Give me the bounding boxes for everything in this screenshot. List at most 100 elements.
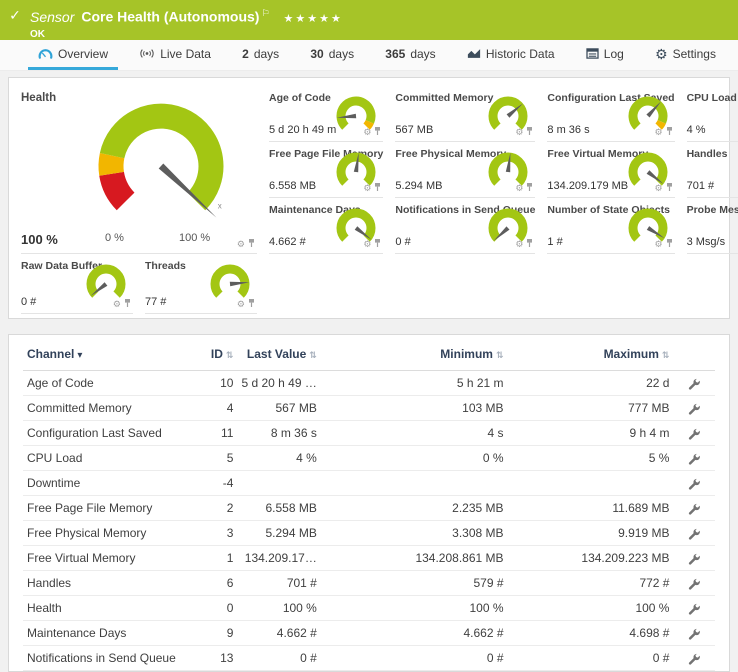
pin-icon[interactable] [374, 126, 381, 138]
table-row-downtime[interactable]: Downtime-4 [23, 471, 715, 496]
gauge-tile-cpu-load[interactable]: CPU Load4 %⚙ [687, 86, 738, 142]
table-row-handles[interactable]: Handles6701 #579 #772 # [23, 571, 715, 596]
wrench-icon[interactable] [688, 428, 700, 440]
column-header-maximum[interactable]: Maximum⇅ [508, 337, 674, 371]
channel-maximum: 22 d [508, 371, 674, 396]
gauge-actions: ⚙ [363, 126, 381, 138]
gauge-tile-probe-messages-per-second[interactable]: Probe Messages per Second3 Msg/s⚙ [687, 198, 738, 254]
table-row-cpu-load[interactable]: CPU Load54 %0 %5 % [23, 446, 715, 471]
gear-icon[interactable]: ⚙ [113, 300, 121, 309]
gauge-tile-notifications-in-send-queue[interactable]: Notifications in Send Queue0 #⚙ [395, 198, 535, 254]
wrench-icon[interactable] [688, 453, 700, 465]
pin-icon[interactable] [374, 182, 381, 194]
pin-icon[interactable] [248, 298, 255, 310]
flag-icon[interactable]: ⚐ [261, 8, 269, 18]
channel-settings-button[interactable] [673, 596, 715, 621]
table-row-free-physical-memory[interactable]: Free Physical Memory35.294 MB3.308 MB9.9… [23, 521, 715, 546]
gauge-tile-handles[interactable]: Handles701 #⚙ [687, 142, 738, 198]
channel-settings-button[interactable] [673, 471, 715, 496]
table-row-free-page-file-memory[interactable]: Free Page File Memory26.558 MB2.235 MB11… [23, 496, 715, 521]
column-header-channel[interactable]: Channel▾ [23, 337, 196, 371]
gear-icon[interactable]: ⚙ [363, 240, 371, 249]
wrench-icon[interactable] [688, 478, 700, 490]
gear-icon[interactable]: ⚙ [363, 128, 371, 137]
wrench-icon[interactable] [688, 403, 700, 415]
tab-settings[interactable]: ⚙Settings [645, 40, 726, 70]
gauge-tile-free-physical-memory[interactable]: Free Physical Memory5.294 MB⚙ [395, 142, 535, 198]
health-gauge-min-label: 0 % [105, 232, 124, 244]
channel-settings-button[interactable] [673, 571, 715, 596]
gear-icon[interactable]: ⚙ [515, 240, 523, 249]
gear-icon[interactable]: ⚙ [655, 240, 663, 249]
channel-settings-button[interactable] [673, 646, 715, 671]
gauge-tile-age-of-code[interactable]: Age of Code5 d 20 h 49 m⚙ [269, 86, 383, 142]
column-header-minimum[interactable]: Minimum⇅ [321, 337, 508, 371]
wrench-icon[interactable] [688, 528, 700, 540]
channel-settings-button[interactable] [673, 371, 715, 396]
channel-settings-button[interactable] [673, 496, 715, 521]
channel-settings-button[interactable] [673, 521, 715, 546]
gear-icon[interactable]: ⚙ [515, 128, 523, 137]
sort-icon: ⇅ [226, 350, 234, 360]
tab-overview[interactable]: Overview [28, 40, 118, 70]
wrench-icon[interactable] [688, 553, 700, 565]
gauge-value: 77 # [145, 296, 166, 308]
channel-settings-button[interactable] [673, 446, 715, 471]
gauge-value: 0 # [395, 236, 410, 248]
pin-icon[interactable] [248, 238, 255, 250]
tab-30-days[interactable]: 30days [300, 40, 364, 70]
pin-icon[interactable] [666, 182, 673, 194]
table-row-free-virtual-memory[interactable]: Free Virtual Memory1134.209.17…134.208.8… [23, 546, 715, 571]
column-header-id[interactable]: ID⇅ [196, 337, 237, 371]
gauge-tile-free-page-file-memory[interactable]: Free Page File Memory6.558 MB⚙ [269, 142, 383, 198]
gauge-tile-maintenance-days[interactable]: Maintenance Days4.662 #⚙ [269, 198, 383, 254]
table-row-age-of-code[interactable]: Age of Code105 d 20 h 49 …5 h 21 m22 d [23, 371, 715, 396]
gear-icon[interactable]: ⚙ [363, 184, 371, 193]
wrench-icon[interactable] [688, 628, 700, 640]
gauge-actions: ⚙ [237, 298, 255, 310]
wrench-icon[interactable] [688, 578, 700, 590]
tab-365-days[interactable]: 365days [375, 40, 445, 70]
tab-log[interactable]: Log [576, 40, 634, 70]
wrench-icon[interactable] [688, 503, 700, 515]
gear-icon[interactable]: ⚙ [237, 240, 245, 249]
channel-name: Health [23, 596, 196, 621]
wrench-icon[interactable] [688, 603, 700, 615]
gear-icon[interactable]: ⚙ [655, 184, 663, 193]
table-row-health[interactable]: Health0100 %100 %100 % [23, 596, 715, 621]
channel-settings-button[interactable] [673, 396, 715, 421]
tab-live-data[interactable]: Live Data [129, 40, 221, 70]
tab-historic-data[interactable]: Historic Data [457, 40, 565, 70]
wrench-icon[interactable] [688, 378, 700, 390]
gear-icon[interactable]: ⚙ [655, 128, 663, 137]
gear-icon[interactable]: ⚙ [237, 300, 245, 309]
table-row-configuration-last-saved[interactable]: Configuration Last Saved118 m 36 s4 s9 h… [23, 421, 715, 446]
gauge-tile-committed-memory[interactable]: Committed Memory567 MB⚙ [395, 86, 535, 142]
table-row-notifications-in-send-queue[interactable]: Notifications in Send Queue130 #0 #0 # [23, 646, 715, 671]
pin-icon[interactable] [526, 182, 533, 194]
pin-icon[interactable] [526, 126, 533, 138]
gauge-tile-free-virtual-memory[interactable]: Free Virtual Memory134.209.179 MB⚙ [547, 142, 674, 198]
channel-settings-button[interactable] [673, 546, 715, 571]
gear-icon[interactable]: ⚙ [515, 184, 523, 193]
channel-name: Age of Code [23, 371, 196, 396]
priority-stars[interactable]: ★★★★★ [284, 13, 343, 25]
pin-icon[interactable] [666, 238, 673, 250]
channel-settings-button[interactable] [673, 421, 715, 446]
pin-icon[interactable] [526, 238, 533, 250]
pin-icon[interactable] [374, 238, 381, 250]
table-row-committed-memory[interactable]: Committed Memory4567 MB103 MB777 MB [23, 396, 715, 421]
health-gauge-tile[interactable]: Health x 100 % 0 % 100 % ⚙ [21, 86, 257, 254]
gauge-tile-number-of-state-objects[interactable]: Number of State Objects1 #⚙ [547, 198, 674, 254]
gauge-tile-threads[interactable]: Threads77 #⚙ [145, 254, 257, 314]
pin-icon[interactable] [666, 126, 673, 138]
wrench-icon[interactable] [688, 653, 700, 665]
column-header-last-value[interactable]: Last Value⇅ [237, 337, 320, 371]
column-label: Channel [27, 347, 74, 361]
gauge-tile-configuration-last-saved[interactable]: Configuration Last Saved8 m 36 s⚙ [547, 86, 674, 142]
channel-maximum: 777 MB [508, 396, 674, 421]
gauge-tile-raw-data-buffer[interactable]: Raw Data Buffer0 #⚙ [21, 254, 133, 314]
tab-label: days [254, 47, 279, 61]
pin-icon[interactable] [124, 298, 131, 310]
tab-2-days[interactable]: 2days [232, 40, 289, 70]
